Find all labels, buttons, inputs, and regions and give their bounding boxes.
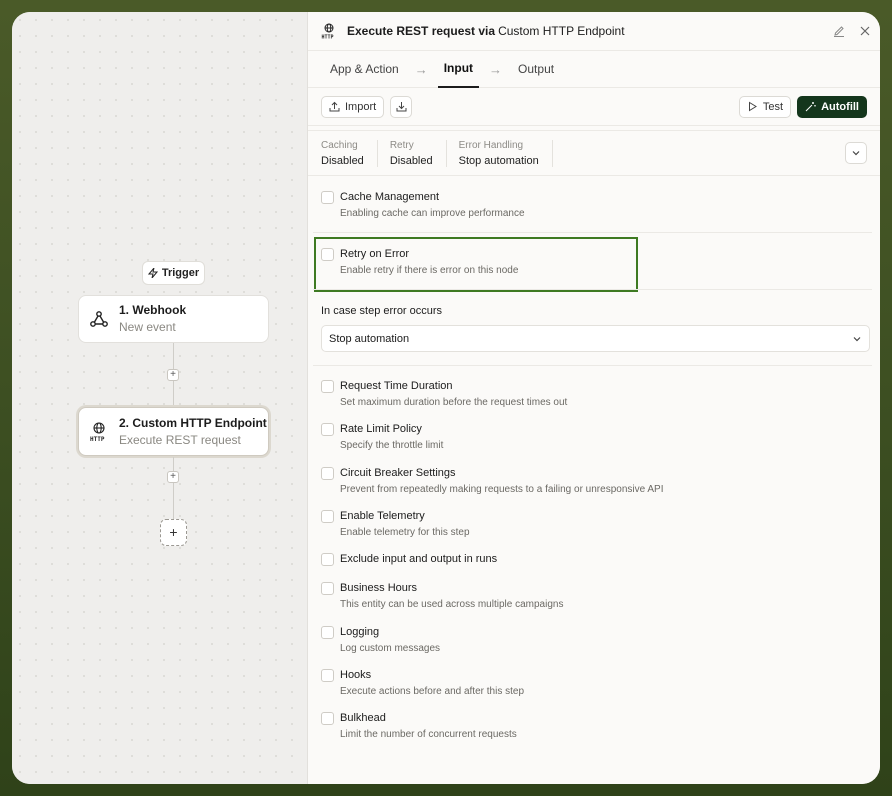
app-frame: Trigger 1. Webhook New event + HTTP 2. C…: [12, 12, 880, 784]
test-label: Test: [762, 100, 784, 113]
divider: [313, 365, 872, 366]
node-webhook[interactable]: 1. Webhook New event: [78, 295, 269, 343]
arrow-right-icon: →: [489, 61, 503, 77]
connector-line: [173, 457, 174, 519]
divider: [313, 232, 872, 233]
http-globe-icon: HTTP: [322, 23, 334, 40]
error-handling-select[interactable]: Stop automation: [321, 325, 870, 352]
node-subtitle: Execute REST request: [119, 432, 241, 447]
checkbox[interactable]: [321, 380, 334, 393]
checkbox[interactable]: [321, 510, 334, 523]
highlight-box: [314, 237, 638, 292]
config-panel: HTTP Execute REST request via Custom HTT…: [308, 12, 880, 784]
tab-output[interactable]: Output: [512, 51, 560, 88]
node-subtitle: New event: [119, 320, 176, 334]
add-step-button[interactable]: +: [167, 471, 179, 483]
test-button[interactable]: Test: [738, 95, 792, 118]
checkbox[interactable]: [321, 423, 334, 436]
checkbox[interactable]: [321, 191, 334, 204]
checkbox[interactable]: [321, 467, 334, 480]
svg-text:HTTP: HTTP: [90, 436, 105, 442]
tab-input[interactable]: Input: [437, 51, 480, 88]
checkbox[interactable]: [321, 582, 334, 595]
node-title: 1. Webhook: [119, 303, 187, 317]
checkbox[interactable]: [321, 669, 334, 682]
step-tabs: App & Action → Input → Output: [308, 51, 880, 88]
node-http-endpoint[interactable]: HTTP 2. Custom HTTP Endpoint Execute RES…: [78, 407, 269, 456]
checkbox[interactable]: [321, 626, 334, 639]
arrow-right-icon: →: [414, 61, 428, 77]
summary-caching: Caching Disabled: [321, 139, 378, 167]
edit-icon[interactable]: [833, 25, 845, 37]
error-handling-label: In case step error occurs: [321, 305, 443, 317]
autofill-button[interactable]: Autofill: [797, 95, 867, 118]
collapse-button[interactable]: [845, 142, 867, 164]
add-node-button[interactable]: +: [160, 519, 187, 546]
trigger-label: Trigger: [161, 267, 200, 279]
panel-header: HTTP Execute REST request via Custom HTT…: [308, 12, 880, 51]
upload-icon: [329, 101, 340, 112]
summary-retry: Retry Disabled: [390, 139, 447, 167]
http-globe-icon: HTTP: [89, 421, 109, 442]
import-label: Import: [345, 100, 377, 113]
chevron-down-icon: [852, 151, 860, 156]
download-button[interactable]: [390, 95, 413, 118]
panel-subtitle: Custom HTTP Endpoint: [498, 24, 625, 38]
select-value: Stop automation: [329, 332, 410, 345]
tab-app-action[interactable]: App & Action: [324, 51, 405, 88]
close-icon[interactable]: [859, 25, 871, 37]
import-button[interactable]: Import: [321, 95, 385, 118]
settings-summary: Caching Disabled Retry Disabled Error Ha…: [308, 130, 880, 176]
autofill-label: Autofill: [821, 100, 859, 113]
panel-title: Execute REST request via: [347, 24, 496, 38]
magic-wand-icon: [805, 102, 816, 112]
download-icon: [396, 102, 407, 112]
svg-text:HTTP: HTTP: [322, 35, 334, 40]
checkbox[interactable]: [321, 712, 334, 725]
node-title: 2. Custom HTTP Endpoint: [119, 415, 267, 430]
trigger-badge[interactable]: Trigger: [142, 261, 205, 285]
toolbar: Import Test Autofill: [308, 88, 880, 126]
webhook-icon: [89, 309, 109, 329]
summary-error-handling: Error Handling Stop automation: [459, 139, 553, 167]
play-icon: [748, 101, 757, 112]
add-step-button[interactable]: +: [167, 369, 179, 381]
workflow-canvas[interactable]: Trigger 1. Webhook New event + HTTP 2. C…: [12, 12, 308, 784]
bolt-icon: [147, 268, 158, 278]
checkbox[interactable]: [321, 553, 334, 566]
chevron-down-icon: [852, 334, 862, 344]
divider: [313, 289, 872, 290]
